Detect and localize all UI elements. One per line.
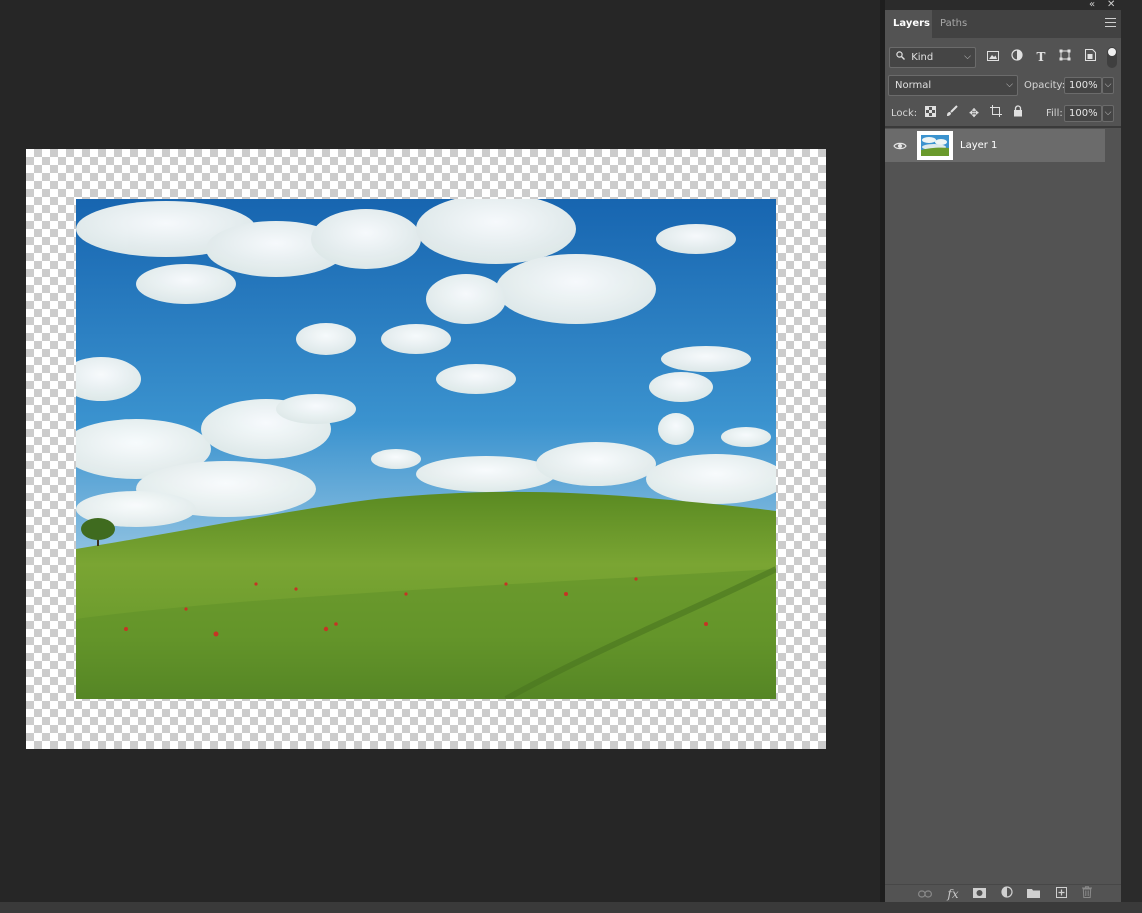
kind-filter-label: Kind [911, 52, 934, 63]
fill-input[interactable]: 100% [1064, 105, 1102, 122]
panel-dock-header [885, 0, 1142, 10]
lock-position-icon[interactable]: ✥ [965, 104, 983, 122]
fill-label: Fill: [1046, 108, 1063, 119]
fill-chevron-down-icon[interactable]: ⌵ [1102, 105, 1114, 122]
chevron-down-icon: ⌵ [964, 52, 971, 62]
horizontal-scrollbar[interactable] [0, 902, 1142, 913]
link-layers-icon[interactable] [916, 886, 934, 902]
add-mask-icon[interactable] [970, 886, 988, 902]
filter-toggle-switch[interactable] [1107, 47, 1117, 68]
opacity-input[interactable]: 100% [1064, 77, 1102, 94]
panel-menu-icon[interactable] [1105, 18, 1116, 27]
chevron-down-icon: ⌵ [1006, 80, 1013, 90]
smart-object-filter-icon[interactable] [1081, 48, 1099, 66]
type-filter-icon[interactable]: T [1032, 48, 1050, 66]
opacity-chevron-down-icon[interactable]: ⌵ [1102, 77, 1114, 94]
eye-icon[interactable] [893, 139, 907, 153]
lock-artboard-icon[interactable] [987, 104, 1005, 122]
search-icon [896, 51, 908, 63]
lock-all-icon[interactable] [1009, 104, 1027, 122]
blend-mode-dropdown[interactable]: Normal ⌵ [888, 75, 1018, 96]
delete-layer-icon[interactable] [1078, 886, 1096, 902]
opacity-label: Opacity: [1024, 80, 1066, 91]
panel-dock-edge [1121, 10, 1142, 902]
kind-filter-dropdown[interactable]: Kind ⌵ [889, 47, 976, 68]
new-adjustment-layer-icon[interactable] [998, 886, 1016, 902]
layers-list-empty-area[interactable] [885, 162, 1121, 884]
tab-layers[interactable]: Layers [885, 10, 932, 38]
image-filter-icon[interactable] [984, 48, 1002, 66]
landscape-photo [76, 199, 776, 699]
document-canvas[interactable] [26, 149, 826, 749]
layer-1-image [76, 199, 776, 699]
lock-transparent-pixels-icon[interactable] [921, 104, 939, 122]
new-layer-icon[interactable] [1052, 886, 1070, 902]
document-workspace[interactable] [0, 0, 884, 902]
layers-list-divider [885, 126, 1121, 128]
layer-thumbnail[interactable] [917, 131, 953, 160]
layers-panel: Layers Paths Kind ⌵ T Normal ⌵ Opacity: … [885, 10, 1121, 902]
tab-paths[interactable]: Paths [932, 10, 976, 38]
lock-label: Lock: [891, 108, 918, 119]
blend-mode-value: Normal [895, 80, 932, 91]
layer-name[interactable]: Layer 1 [960, 140, 997, 151]
panel-tab-bar: Layers Paths [885, 10, 1121, 38]
adjustment-filter-icon[interactable] [1008, 48, 1026, 66]
layer-style-fx-icon[interactable]: fx [944, 886, 962, 902]
new-group-icon[interactable] [1024, 886, 1042, 902]
shape-filter-icon[interactable] [1056, 48, 1074, 66]
layer-row-layer-1[interactable]: Layer 1 [885, 129, 1105, 162]
layers-panel-footer: fx [885, 884, 1121, 902]
lock-image-pixels-icon[interactable] [943, 104, 961, 122]
